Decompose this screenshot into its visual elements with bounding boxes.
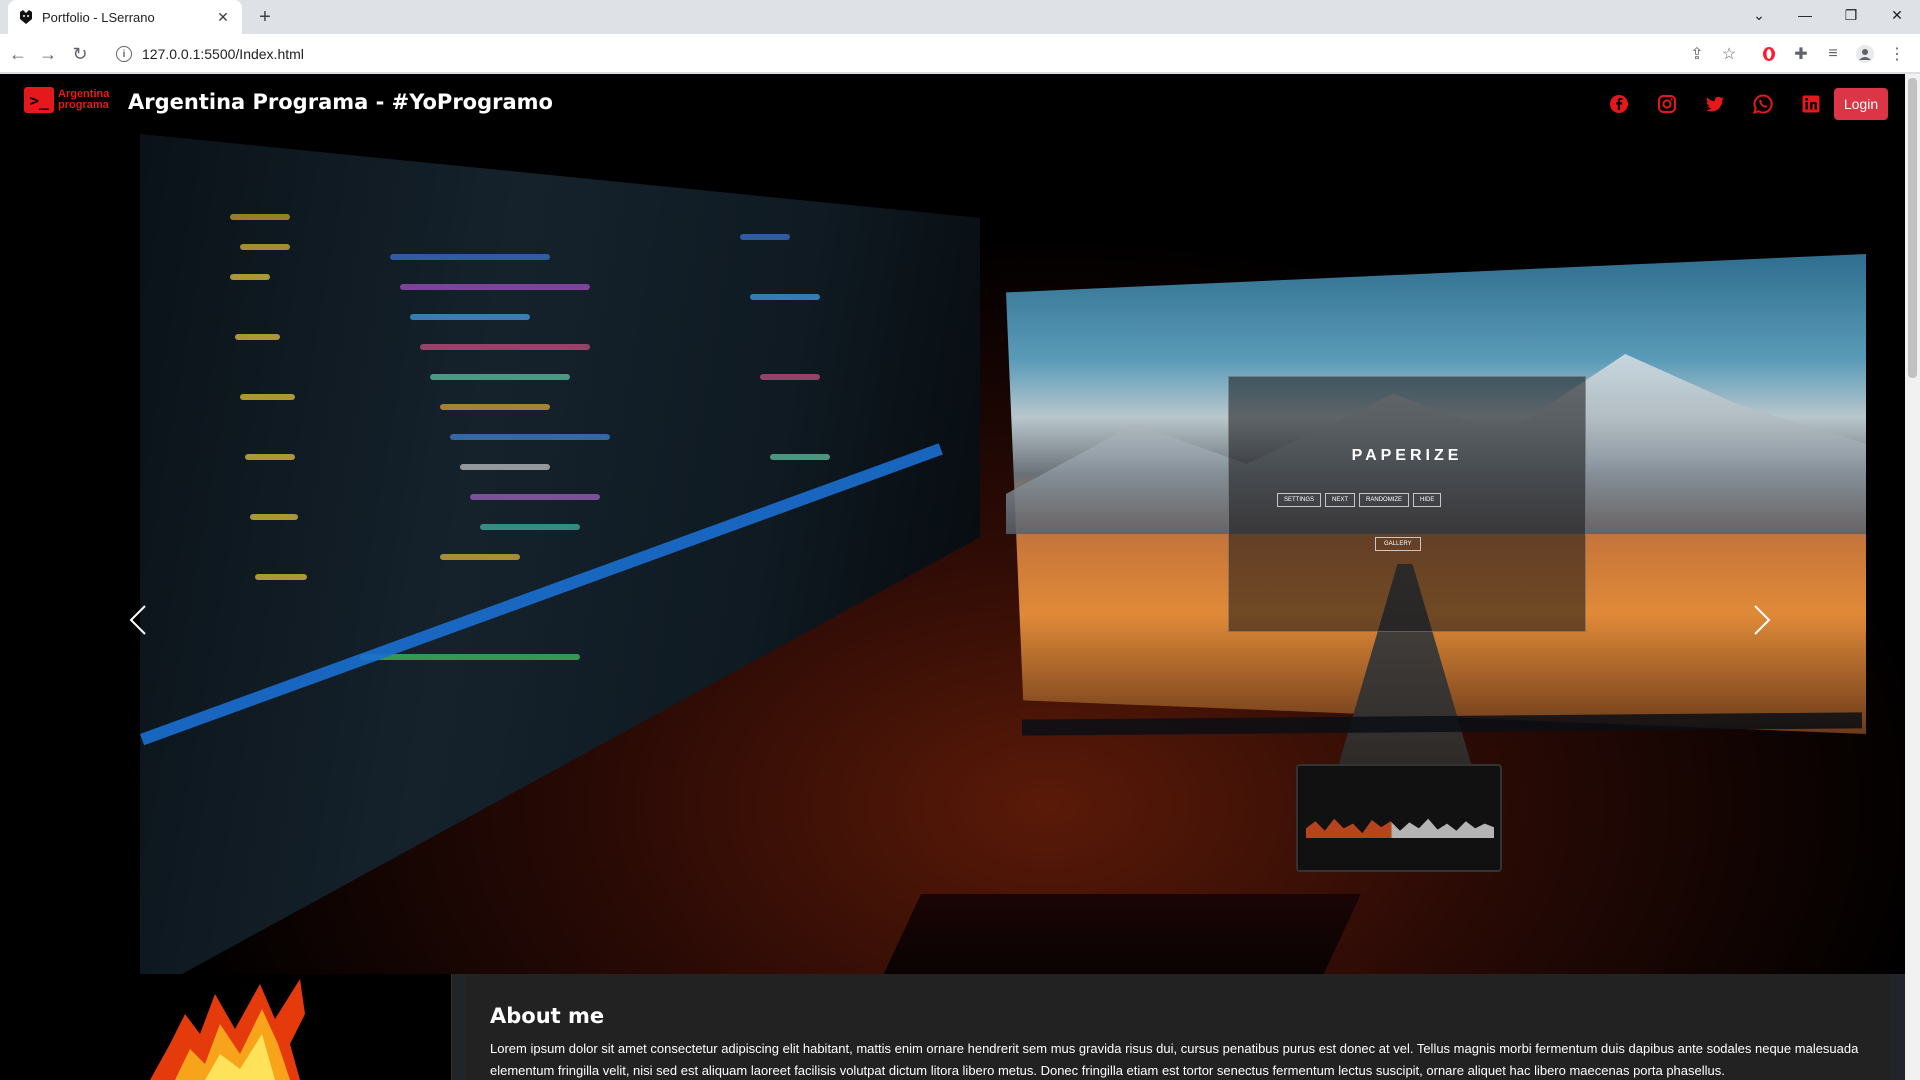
decor xyxy=(770,454,830,460)
back-arrow-icon[interactable]: ← xyxy=(4,40,32,68)
page-scrollbar[interactable] xyxy=(1905,74,1920,1080)
menu-kebab-icon[interactable]: ⋮ xyxy=(1885,42,1909,66)
site-navbar: >_ Argentina programa Argentina Programa… xyxy=(0,74,1905,134)
decor xyxy=(230,214,290,220)
decor xyxy=(430,374,570,380)
paperize-buttons: SETTINGS NEXT RANDOMIZE HIDE xyxy=(1277,493,1442,507)
about-content: About me Lorem ipsum dolor sit amet cons… xyxy=(466,974,1891,1080)
extensions-icon[interactable]: ✚ xyxy=(1789,42,1813,66)
decor xyxy=(230,274,270,280)
decor xyxy=(460,464,550,470)
decor xyxy=(390,254,550,260)
decor xyxy=(410,314,530,320)
audio-waveform xyxy=(1306,818,1494,838)
scrollbar-thumb[interactable] xyxy=(1908,78,1917,378)
decor xyxy=(240,244,290,250)
carousel-next-button[interactable] xyxy=(1742,600,1782,640)
phone-music-player xyxy=(1296,764,1502,872)
new-tab-button[interactable]: + xyxy=(252,6,278,28)
decor xyxy=(480,524,580,530)
paperize-gallery: GALLERY xyxy=(1375,537,1421,551)
browser-toolbar: ← → ↻ i 127.0.0.1:5500/Index.html ⇪ ☆ ✚ … xyxy=(0,34,1920,73)
address-bar[interactable]: i 127.0.0.1:5500/Index.html xyxy=(106,39,1686,69)
site-title: Argentina Programa - #YoProgramo xyxy=(128,90,553,114)
close-window-button[interactable]: ✕ xyxy=(1874,0,1920,30)
paperize-randomize: RANDOMIZE xyxy=(1359,493,1410,507)
page-viewport: >_ Argentina programa Argentina Programa… xyxy=(0,74,1905,1080)
paperize-next: NEXT xyxy=(1325,493,1356,507)
about-text: Lorem ipsum dolor sit amet consectetur a… xyxy=(490,1041,1859,1078)
hero-carousel: PAPERIZE SETTINGS NEXT RANDOMIZE HIDE GA… xyxy=(0,134,1905,974)
browser-tab-active[interactable]: Portfolio - LSerrano ✕ xyxy=(8,0,242,34)
decor xyxy=(470,494,600,500)
tab-search-button[interactable]: ⌄ xyxy=(1736,0,1782,30)
about-avatar-image xyxy=(0,974,452,1080)
reading-list-icon[interactable]: ≡ xyxy=(1821,42,1845,66)
decor xyxy=(360,654,580,660)
site-info-icon[interactable]: i xyxy=(116,46,132,62)
chevron-left-icon xyxy=(129,605,146,635)
site-favicon-icon xyxy=(18,9,34,25)
minimize-window-button[interactable]: — xyxy=(1782,0,1828,30)
paperize-title: PAPERIZE xyxy=(1351,447,1463,464)
decor xyxy=(235,334,280,340)
logo-text: Argentina programa xyxy=(58,89,109,111)
keyboard-scenery xyxy=(879,894,1361,974)
browser-tab-strip: Portfolio - LSerrano ✕ + ⌄ — ❐ ✕ xyxy=(0,0,1920,34)
decor xyxy=(760,374,820,380)
site-logo[interactable]: >_ Argentina programa xyxy=(24,87,109,113)
decor xyxy=(255,574,307,580)
forward-arrow-icon[interactable]: → xyxy=(34,40,62,68)
terminal-logo-icon: >_ xyxy=(24,87,54,113)
facebook-icon[interactable] xyxy=(1608,93,1630,115)
decor xyxy=(750,294,820,300)
reload-icon[interactable]: ↻ xyxy=(66,40,94,68)
decor xyxy=(245,454,295,460)
decor xyxy=(740,234,790,240)
paperize-hide: HIDE xyxy=(1413,493,1442,507)
carousel-prev-button[interactable] xyxy=(118,600,158,640)
opera-icon[interactable] xyxy=(1757,42,1781,66)
decor xyxy=(420,344,590,350)
profile-icon[interactable] xyxy=(1853,42,1877,66)
share-icon[interactable]: ⇪ xyxy=(1685,42,1709,66)
decor xyxy=(240,394,295,400)
chevron-right-icon xyxy=(1754,605,1771,635)
about-section: About me Lorem ipsum dolor sit amet cons… xyxy=(0,974,1905,1080)
login-button[interactable]: Login xyxy=(1834,88,1888,120)
paperize-settings: SETTINGS xyxy=(1277,493,1322,507)
bookmark-star-icon[interactable]: ☆ xyxy=(1717,42,1741,66)
decor xyxy=(250,514,298,520)
whatsapp-icon[interactable] xyxy=(1752,93,1774,115)
restore-window-button[interactable]: ❐ xyxy=(1828,0,1874,30)
about-title: About me xyxy=(490,1004,605,1028)
logo-text-line2: programa xyxy=(58,99,109,111)
decor xyxy=(400,284,590,290)
twitter-icon[interactable] xyxy=(1704,93,1726,115)
carousel-image-code-monitor xyxy=(140,134,980,974)
decor xyxy=(440,554,520,560)
tab-close-icon[interactable]: ✕ xyxy=(214,8,232,26)
instagram-icon[interactable] xyxy=(1656,93,1678,115)
linkedin-icon[interactable] xyxy=(1800,93,1822,115)
paperize-app-window: PAPERIZE SETTINGS NEXT RANDOMIZE HIDE GA… xyxy=(1228,376,1586,632)
tab-title: Portfolio - LSerrano xyxy=(42,9,155,25)
decor xyxy=(450,434,610,440)
flame-avatar-icon xyxy=(150,979,305,1080)
url-text: 127.0.0.1:5500/Index.html xyxy=(142,46,304,62)
decor xyxy=(440,404,550,410)
